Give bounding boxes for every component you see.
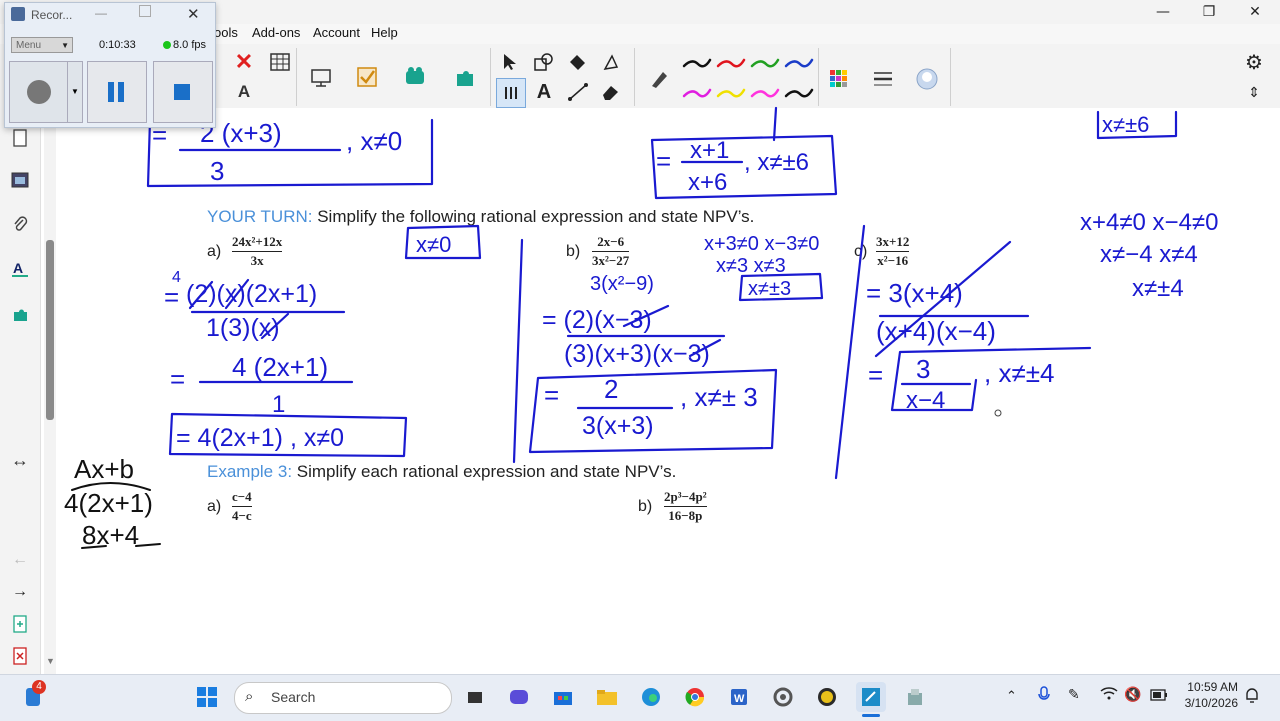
ink-equals: =: [868, 360, 883, 390]
notification-badge: 4: [32, 680, 46, 694]
app2-icon[interactable]: [900, 682, 930, 712]
ink-top-left-den: 3: [210, 156, 224, 186]
ink-b-factor: 3(x²−9): [590, 273, 654, 295]
ink-a-step2-den: 1: [272, 391, 285, 418]
record-icon: [27, 80, 51, 104]
pause-button[interactable]: [87, 61, 147, 123]
ink-underline: [135, 543, 161, 547]
recorder-app-icon: [11, 7, 25, 21]
taskbar-time[interactable]: 10:59 AM: [1180, 680, 1238, 694]
ink-c-final-den: x−4: [906, 387, 945, 414]
ink-b-npv1: x+3≠0 x−3≠0: [704, 233, 819, 255]
ink-top-mid-num: x+1: [690, 137, 729, 164]
ink-top-left-npv: , x≠0: [346, 126, 402, 156]
notification-icon[interactable]: [1244, 686, 1260, 709]
ink-equals: =: [656, 146, 671, 176]
svg-text:W: W: [734, 693, 745, 705]
recorder-minimize-button[interactable]: —: [95, 6, 107, 20]
taskbar-search-box[interactable]: ⌕ Search: [234, 682, 452, 714]
ink-side-notes: Ax+b 4(2x+1) 8x+4: [64, 454, 153, 550]
file-explorer-icon[interactable]: [592, 682, 622, 712]
pause-icon: [118, 82, 124, 102]
edge-icon[interactable]: [636, 682, 666, 712]
taskbar-date[interactable]: 3/10/2026: [1176, 696, 1238, 710]
recorder-title: Recor...: [31, 8, 73, 22]
ink-top-mid-npv: , x≠±6: [744, 149, 809, 176]
windows-start-icon[interactable]: [192, 682, 222, 712]
ink-a-npv: x≠0: [416, 232, 451, 257]
recorder-time: 0:10:33: [99, 39, 136, 51]
ink-b-final-den: 3(x+3): [582, 412, 654, 440]
stop-button[interactable]: [153, 61, 213, 123]
record-options-dropdown[interactable]: ▼: [67, 61, 83, 123]
ink-b-npv2: x≠3 x≠3: [716, 255, 786, 277]
ink-c-npv3: x≠±4: [1132, 275, 1184, 302]
ink-a-step1-den: 1(3)(x): [206, 314, 280, 342]
wifi-icon[interactable]: [1100, 686, 1118, 705]
ink-side-note2: 4(2x+1): [64, 488, 153, 518]
recorder-close-button[interactable]: ✕: [187, 5, 200, 23]
pen-icon[interactable]: ✎: [1068, 686, 1080, 703]
stop-icon: [174, 84, 190, 100]
app-icon[interactable]: [812, 682, 842, 712]
chat-icon[interactable]: [504, 682, 534, 712]
chevron-up-icon[interactable]: ⌃: [1006, 688, 1017, 704]
recorder-maximize-button[interactable]: [139, 5, 151, 17]
ink-b-step-den: (3)(x+3)(x−3): [564, 340, 710, 368]
recorder-menu-dropdown[interactable]: Menu ▼: [11, 37, 73, 53]
ink-stroke: [772, 106, 778, 142]
ink-b-final-npv: , x≠± 3: [680, 382, 758, 412]
ink-equals: =: [164, 282, 179, 312]
whiteboard-icon[interactable]: [856, 682, 886, 712]
ink-divider: [512, 238, 524, 464]
ink-top-right-box: x≠±6: [1102, 112, 1149, 137]
ink-side-note3: 8x+4: [82, 520, 139, 550]
ink-a-step2-num: 4 (2x+1): [232, 352, 328, 382]
ink-c-step1: = 3(x+4): [866, 278, 963, 308]
settings-icon[interactable]: [768, 682, 798, 712]
recorder-menu-label: Menu: [16, 40, 42, 51]
status-dot-icon: [163, 41, 171, 49]
chrome-icon[interactable]: [680, 682, 710, 712]
store-icon[interactable]: [548, 682, 578, 712]
ink-divider: [834, 224, 866, 480]
cursor-icon: [994, 409, 1002, 417]
ink-equals: =: [170, 364, 185, 394]
ink-b-final-num: 2: [604, 374, 618, 404]
ink-a-step1-num: (2)(x)(2x+1): [186, 280, 317, 308]
microphone-icon[interactable]: [1038, 686, 1050, 709]
ink-a-final: = 4(2x+1) , x≠0: [176, 424, 344, 452]
ink-top-mid-den: x+6: [688, 169, 727, 196]
task-view-icon[interactable]: [460, 682, 490, 712]
pause-icon: [108, 82, 114, 102]
screen-recorder-window[interactable]: Recor... — ✕ Menu ▼ 0:10:33 8.0 fps ▼: [4, 2, 216, 128]
ink-c-npv1: x+4≠0 x−4≠0: [1080, 209, 1218, 236]
ink-c-npv2: x≠−4 x≠4: [1100, 241, 1198, 268]
search-placeholder: Search: [271, 689, 316, 705]
ink-c-final-num: 3: [916, 354, 930, 384]
ink-b-step-num: = (2)(x−3): [542, 306, 652, 334]
search-icon: ⌕: [245, 688, 254, 705]
volume-mute-icon[interactable]: 🔇: [1124, 686, 1141, 703]
ink-c-step1-den: (x+4)(x−4): [876, 316, 996, 346]
ink-b-npv-box: x≠±3: [748, 278, 791, 300]
recorder-fps: 8.0 fps: [173, 39, 207, 51]
word-icon[interactable]: W: [724, 682, 754, 712]
ink-equals: =: [544, 380, 559, 410]
ink-c-final-npv: , x≠±4: [984, 358, 1054, 388]
battery-icon[interactable]: [1150, 688, 1168, 706]
chevron-down-icon: ▼: [61, 41, 69, 50]
record-button[interactable]: [9, 61, 69, 123]
active-app-indicator: [862, 714, 880, 717]
ink-side-note1: Ax+b: [74, 454, 134, 484]
